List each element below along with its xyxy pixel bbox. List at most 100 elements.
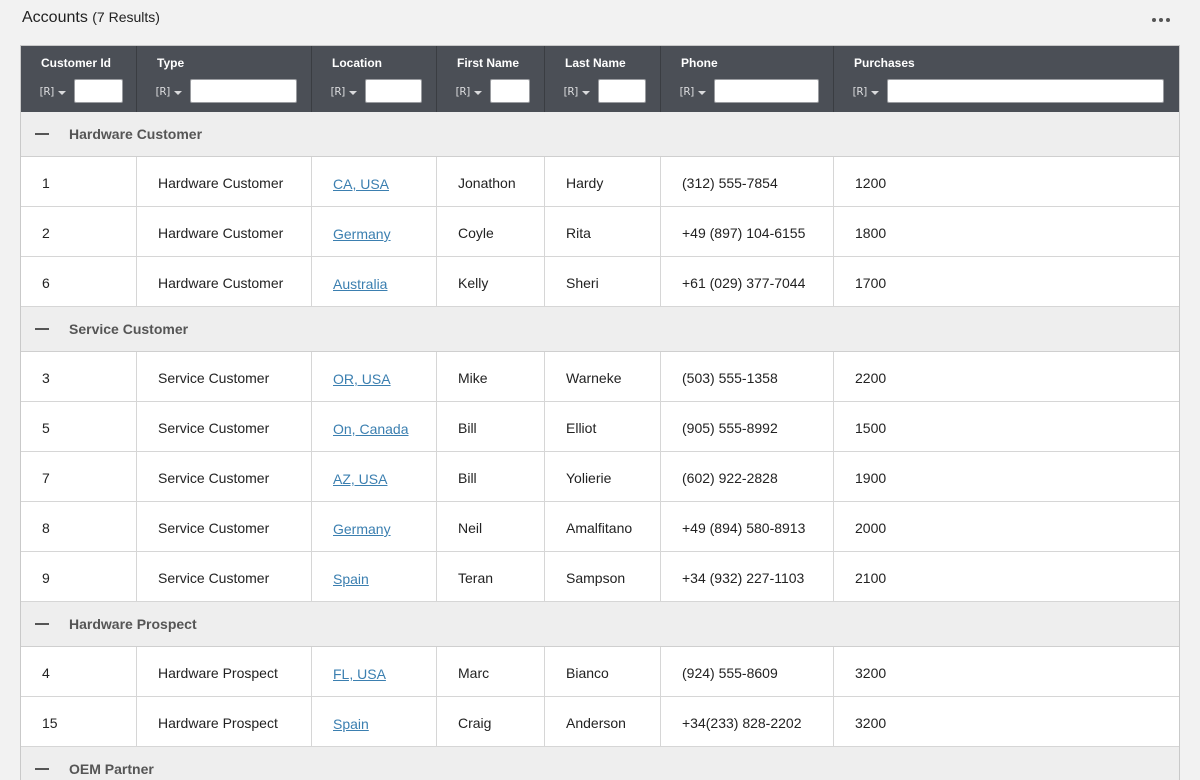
table-row[interactable]: 3 Service Customer OR, USA Mike Warneke (503)… — [21, 352, 1179, 402]
group-label: Hardware Customer — [69, 126, 203, 142]
cell-purchases: 2100 — [834, 552, 1179, 601]
cell-text: 1900 — [855, 470, 887, 486]
filter-input-purchases[interactable] — [887, 79, 1164, 103]
more-options-icon[interactable] — [1146, 10, 1176, 30]
filter-input-last-name[interactable] — [598, 79, 646, 103]
cell-location: Spain — [312, 552, 437, 601]
cell-text: Sheri — [566, 275, 599, 291]
group-label: Hardware Prospect — [69, 616, 197, 632]
cell-type: Hardware Prospect — [137, 647, 312, 696]
column-header-label: Last Name — [565, 56, 626, 70]
cell-purchases: 1500 — [834, 402, 1179, 451]
group-row[interactable]: OEM Partner — [21, 747, 1179, 780]
group-row[interactable]: Hardware Prospect — [21, 602, 1179, 647]
cell-purchases: 1700 — [834, 257, 1179, 306]
group-row[interactable]: Hardware Customer — [21, 112, 1179, 157]
caret-down-icon — [174, 91, 182, 95]
cell-text: Service Customer — [158, 470, 270, 486]
caret-down-icon — [58, 91, 66, 95]
title-bar: Accounts (7 Results) — [0, 0, 1200, 40]
table-row[interactable]: 2 Hardware Customer Germany Coyle Rita +49 (8… — [21, 207, 1179, 257]
cell-phone: +61 (029) 377-7044 — [661, 257, 834, 306]
collapse-icon[interactable] — [35, 127, 49, 141]
cell-first-name: Mike — [437, 352, 545, 401]
table-row[interactable]: 5 Service Customer On, Canada Bill Elliot (90… — [21, 402, 1179, 452]
cell-text: Service Customer — [158, 570, 270, 586]
location-link[interactable]: OR, USA — [333, 371, 391, 387]
column-header-first-name: First Name [R] — [437, 46, 545, 112]
cell-text: +34 (932) 227-1103 — [682, 570, 805, 586]
cell-text: Neil — [458, 520, 483, 536]
filter-menu-button[interactable]: [R] — [329, 83, 359, 101]
cell-text: (312) 555-7854 — [682, 175, 778, 191]
table-row[interactable]: 15 Hardware Prospect Spain Craig Anderson +34… — [21, 697, 1179, 747]
filter-menu-button[interactable]: [R] — [454, 83, 484, 101]
cell-text: 2200 — [855, 370, 887, 386]
filter-menu-button[interactable]: [R] — [38, 83, 68, 101]
cell-text: 8 — [42, 520, 50, 536]
cell-customer-id: 3 — [21, 352, 137, 401]
table-row[interactable]: 7 Service Customer AZ, USA Bill Yolierie (602… — [21, 452, 1179, 502]
collapse-icon[interactable] — [35, 762, 49, 776]
cell-text: 3200 — [855, 665, 887, 681]
cell-text: Yolierie — [566, 470, 612, 486]
location-link[interactable]: Australia — [333, 276, 387, 292]
column-header-purchases: Purchases [R] — [834, 46, 1179, 112]
cell-text: Craig — [458, 715, 492, 731]
cell-purchases: 1800 — [834, 207, 1179, 256]
collapse-icon[interactable] — [35, 617, 49, 631]
column-header-label: Purchases — [854, 56, 915, 70]
cell-text: Service Customer — [158, 520, 270, 536]
cell-last-name: Bianco — [545, 647, 661, 696]
cell-last-name: Elliot — [545, 402, 661, 451]
location-link[interactable]: Germany — [333, 521, 391, 537]
filter-menu-button[interactable]: [R] — [562, 83, 592, 101]
table-row[interactable]: 1 Hardware Customer CA, USA Jonathon Hardy (3… — [21, 157, 1179, 207]
filter-input-location[interactable] — [365, 79, 422, 103]
cell-text: 1200 — [855, 175, 887, 191]
filter-input-type[interactable] — [190, 79, 297, 103]
cell-text: 6 — [42, 275, 50, 291]
filter-input-customer-id[interactable] — [74, 79, 123, 103]
group-label: OEM Partner — [69, 761, 154, 777]
cell-customer-id: 6 — [21, 257, 137, 306]
location-link[interactable]: Germany — [333, 226, 391, 242]
cell-last-name: Anderson — [545, 697, 661, 746]
location-link[interactable]: Spain — [333, 716, 369, 732]
filter-icon: [R] — [678, 85, 696, 98]
filter-input-phone[interactable] — [714, 79, 819, 103]
cell-text: Amalfitano — [566, 520, 633, 536]
cell-first-name: Bill — [437, 402, 545, 451]
filter-icon: [R] — [154, 85, 172, 98]
filter-menu-button[interactable]: [R] — [851, 83, 881, 101]
location-link[interactable]: On, Canada — [333, 421, 409, 437]
filter-icon: [R] — [562, 85, 580, 98]
cell-text: Bill — [458, 470, 477, 486]
table-row[interactable]: 9 Service Customer Spain Teran Sampson +34 (9… — [21, 552, 1179, 602]
cell-purchases: 2000 — [834, 502, 1179, 551]
cell-first-name: Bill — [437, 452, 545, 501]
cell-phone: +49 (897) 104-6155 — [661, 207, 834, 256]
cell-customer-id: 7 — [21, 452, 137, 501]
table-row[interactable]: 4 Hardware Prospect FL, USA Marc Bianco (924)… — [21, 647, 1179, 697]
column-header-label: First Name — [457, 56, 520, 70]
table-row[interactable]: 6 Hardware Customer Australia Kelly Sheri +61… — [21, 257, 1179, 307]
filter-input-first-name[interactable] — [490, 79, 530, 103]
filter-menu-button[interactable]: [R] — [678, 83, 708, 101]
location-link[interactable]: CA, USA — [333, 176, 389, 192]
cell-location: AZ, USA — [312, 452, 437, 501]
result-count: (7 Results) — [92, 9, 160, 25]
filter-menu-button[interactable]: [R] — [154, 83, 184, 101]
grid-body: Hardware Customer 1 Hardware Customer CA, U… — [21, 112, 1179, 780]
cell-phone: (905) 555-8992 — [661, 402, 834, 451]
cell-first-name: Jonathon — [437, 157, 545, 206]
table-row[interactable]: 8 Service Customer Germany Neil Amalfitano +4… — [21, 502, 1179, 552]
column-header-label: Type — [157, 56, 185, 70]
location-link[interactable]: AZ, USA — [333, 471, 387, 487]
collapse-icon[interactable] — [35, 322, 49, 336]
location-link[interactable]: FL, USA — [333, 666, 386, 682]
group-row[interactable]: Service Customer — [21, 307, 1179, 352]
location-link[interactable]: Spain — [333, 571, 369, 587]
cell-text: Hardware Customer — [158, 175, 284, 191]
cell-phone: (924) 555-8609 — [661, 647, 834, 696]
